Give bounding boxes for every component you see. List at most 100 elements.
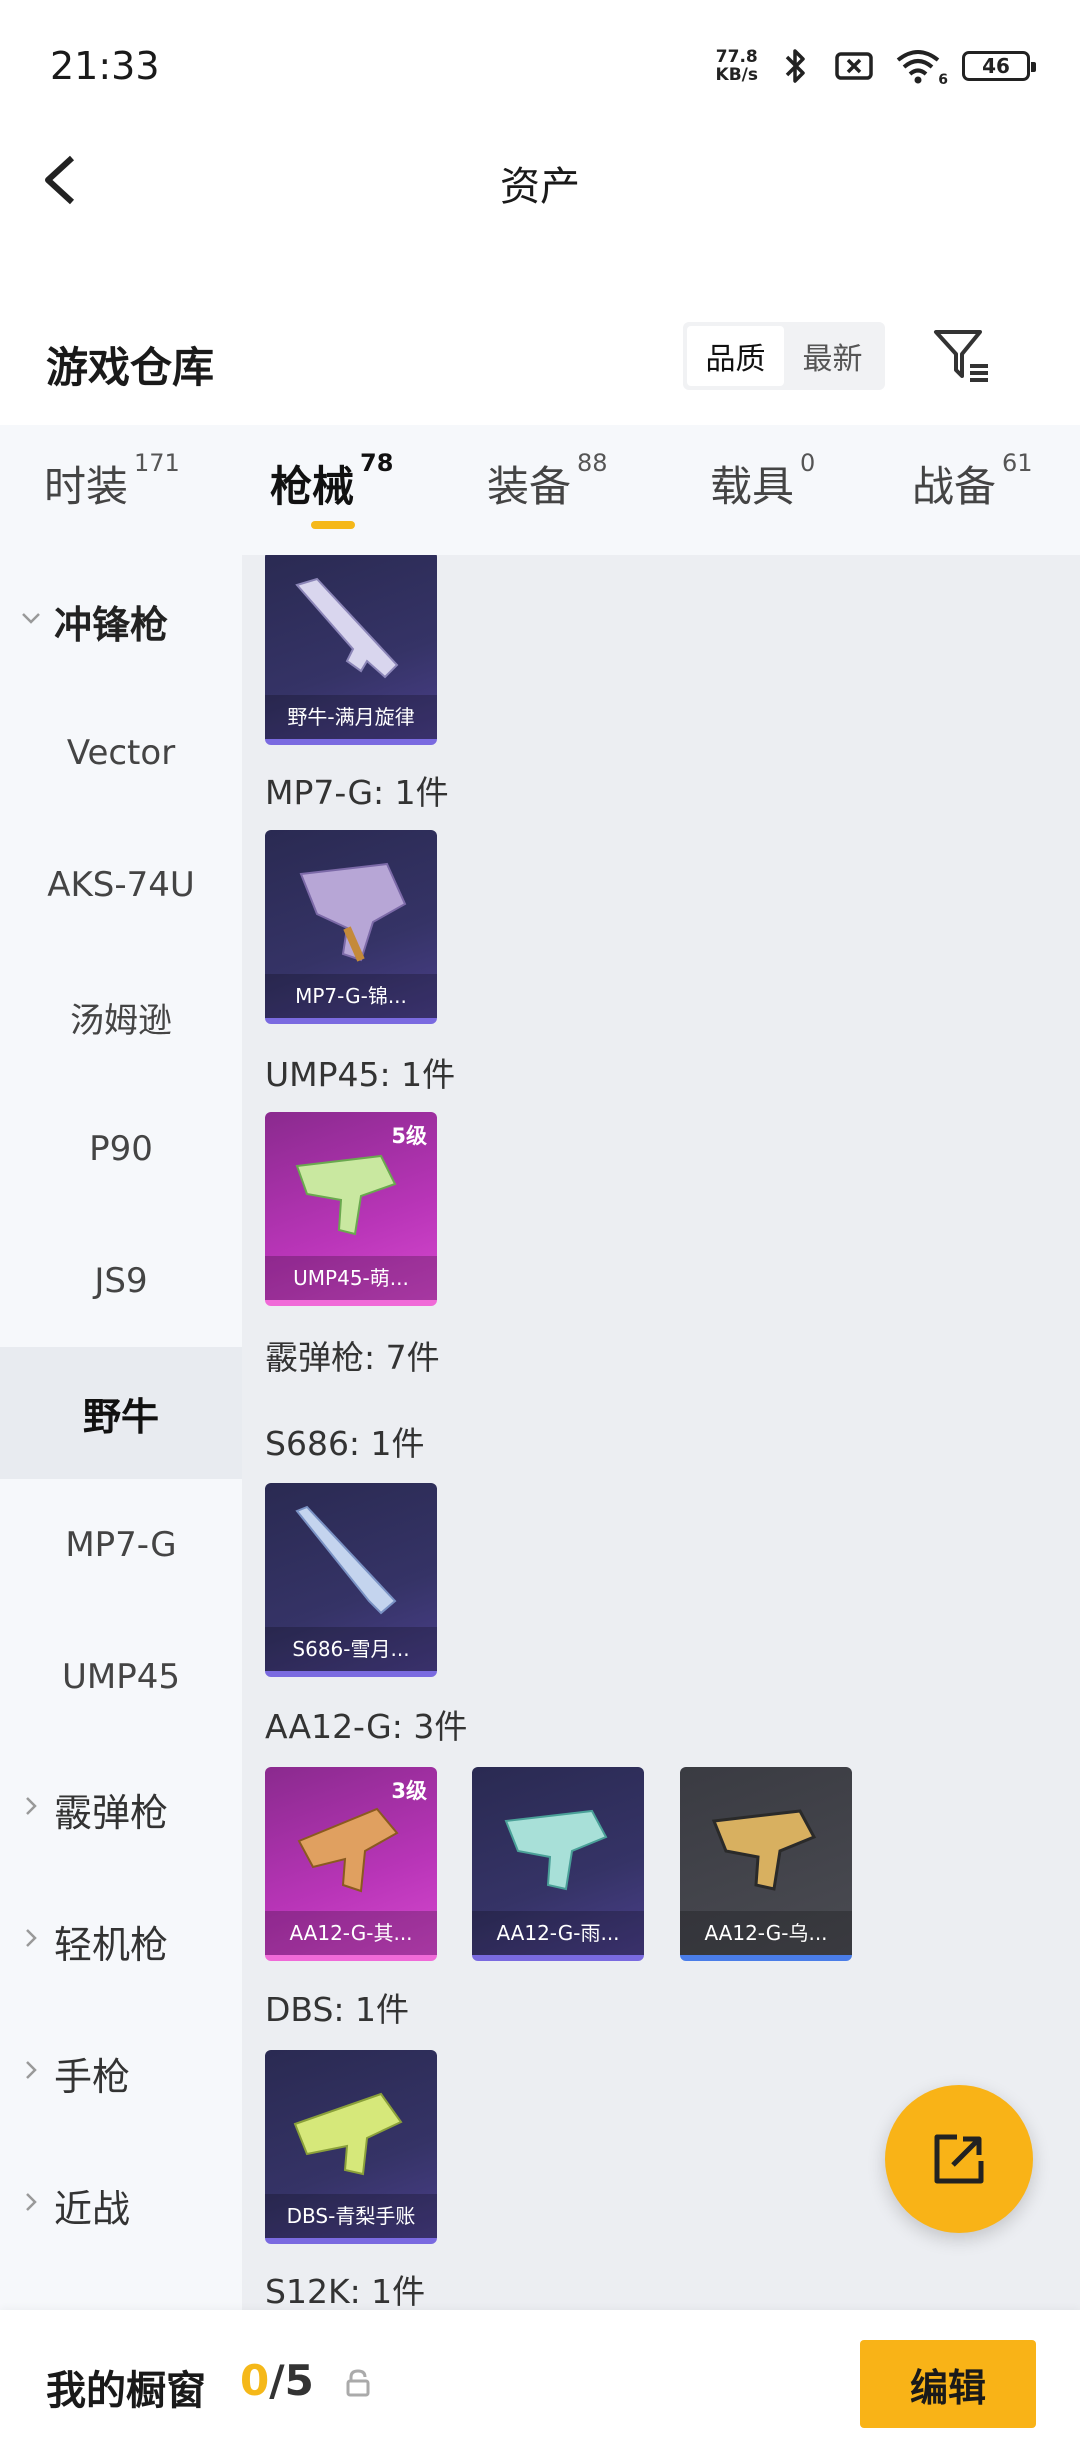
sidebar-item-vector[interactable]: Vector [0,687,242,819]
wifi-badge: 6 [938,72,948,88]
tab-vehicles[interactable]: 载具 0 [710,449,815,514]
weapon-skin-list: 野牛-满月旋律 MP7-G: 1件 MP7-G-锦... UMP45: 1件 5… [242,555,1080,2310]
net-speed-value: 77.8 [715,47,758,67]
sidebar-item-label: 冲锋枪 [54,602,169,647]
sidebar-item-bizon[interactable]: 野牛 [0,1347,242,1479]
showcase-bar: 我的橱窗 0/5 编辑 [0,2310,1080,2460]
weapon-image [295,1505,397,1615]
chevron-down-icon [22,613,40,624]
skin-card[interactable]: MP7-G-锦... [265,830,437,1024]
sidebar-item-label: 近战 [54,2186,131,2231]
showcase-total: /5 [269,2356,314,2405]
warehouse-section-header: 游戏仓库 品质 最新 [0,310,1080,410]
filter-button[interactable] [930,324,994,388]
tab-fashion[interactable]: 时装 171 [44,449,180,514]
group-label: MP7-G: 1件 [265,773,449,812]
chevron-right-icon [26,1797,37,1815]
share-icon [934,2134,984,2184]
net-speed: 77.8 KB/s [716,48,758,84]
skin-card[interactable]: S686-雪月... [265,1483,437,1677]
skin-name: AA12-G-乌... [680,1911,852,1955]
sidebar-category-shotgun[interactable]: 霰弹枪 [0,1743,242,1875]
tab-label: 时装 [44,462,129,511]
weapon-image [711,1809,817,1891]
edit-button[interactable]: 编辑 [860,2340,1036,2428]
sidebar-item-label: 手枪 [54,2054,131,2099]
tab-count: 171 [134,449,180,477]
no-sim-icon [834,46,874,86]
filter-icon [934,330,988,382]
chevron-right-icon [26,1929,37,1947]
sidebar-item-js9[interactable]: JS9 [0,1215,242,1347]
showcase-count: 0/5 [240,2356,314,2405]
skin-name: UMP45-萌... [265,1256,437,1300]
group-label: UMP45: 1件 [265,1055,456,1094]
share-fab-button[interactable] [885,2085,1033,2233]
group-label: DBS: 1件 [265,1990,410,2029]
sidebar-category-pistol[interactable]: 手枪 [0,2007,242,2139]
sidebar-item-ump45[interactable]: UMP45 [0,1611,242,1743]
tab-label: 装备 [487,462,572,511]
active-tab-indicator [311,521,355,529]
sidebar-item-label: MP7-G [65,1525,177,1565]
sort-toggle: 品质 最新 [683,322,885,390]
tab-count: 78 [360,449,394,477]
battery-icon: 46 [962,51,1036,81]
sidebar-item-label: 轻机枪 [54,1922,169,1967]
showcase-current: 0 [240,2356,270,2405]
skin-card[interactable]: AA12-G-雨... [472,1767,644,1961]
sidebar-item-label: JS9 [94,1261,148,1301]
sidebar-item-p90[interactable]: P90 [0,1083,242,1215]
group-label: AA12-G: 3件 [265,1707,468,1746]
weapon-image [297,1807,399,1893]
sidebar-category-smg[interactable]: 冲锋枪 [0,555,242,687]
sort-option-latest[interactable]: 最新 [784,326,881,386]
skin-card[interactable]: 3级 AA12-G-其... [265,1767,437,1961]
skin-card[interactable]: DBS-青梨手账 [265,2050,437,2244]
status-time: 21:33 [50,44,160,88]
sidebar-item-thompson[interactable]: 汤姆逊 [0,951,242,1083]
status-icons: 77.8 KB/s 6 46 [716,46,1036,88]
weapon-image [504,1809,608,1891]
sidebar-item-label: 霰弹枪 [54,1790,169,1835]
sidebar-item-label: UMP45 [62,1657,180,1697]
bluetooth-icon [776,46,816,86]
skin-name: S686-雪月... [265,1627,437,1671]
tab-label: 战备 [912,462,997,511]
tab-supplies[interactable]: 战备 61 [912,449,1033,514]
skin-card[interactable]: 野牛-满月旋律 [265,555,437,745]
section-title: 游戏仓库 [46,343,215,392]
tab-equipment[interactable]: 装备 88 [487,449,608,514]
weapon-image [293,2092,403,2176]
skin-name: DBS-青梨手账 [265,2194,437,2238]
sidebar-item-label: AKS-74U [47,865,195,905]
tab-count: 61 [1002,449,1033,477]
net-speed-unit: KB/s [715,65,758,85]
sidebar-category-lmg[interactable]: 轻机枪 [0,1875,242,2007]
skin-card[interactable]: 5级 UMP45-萌... [265,1112,437,1306]
skin-card[interactable]: AA12-G-乌... [680,1767,852,1961]
skin-name: AA12-G-其... [265,1911,437,1955]
wifi-icon: 6 [892,46,948,88]
sidebar-item-aks74u[interactable]: AKS-74U [0,819,242,951]
sidebar-category-melee[interactable]: 近战 [0,2139,242,2271]
chevron-right-icon [26,2061,37,2079]
app-header: 资产 [0,130,1080,230]
tab-count: 0 [800,449,816,477]
tab-firearms[interactable]: 枪械 78 [270,449,393,514]
category-tabs: 时装 171 枪械 78 装备 88 载具 0 战备 61 [0,425,1080,555]
chevron-right-icon [26,2193,37,2211]
sidebar-item-label: Vector [66,733,176,773]
battery-level: 46 [982,54,1010,78]
tab-label: 枪械 [270,462,355,511]
sidebar-item-mp7g[interactable]: MP7-G [0,1479,242,1611]
page-title: 资产 [500,164,580,210]
weapon-image [299,862,407,962]
skin-name: AA12-G-雨... [472,1911,644,1955]
weapon-sidebar: 冲锋枪 Vector AKS-74U 汤姆逊 P90 JS9 野牛 MP7-G … [0,555,242,2310]
showcase-label: 我的橱窗 [46,2368,206,2414]
skin-name: 野牛-满月旋律 [265,695,437,739]
sort-option-quality[interactable]: 品质 [687,326,784,386]
skin-name: MP7-G-锦... [265,974,437,1018]
status-bar: 21:33 77.8 KB/s 6 46 [0,0,1080,130]
